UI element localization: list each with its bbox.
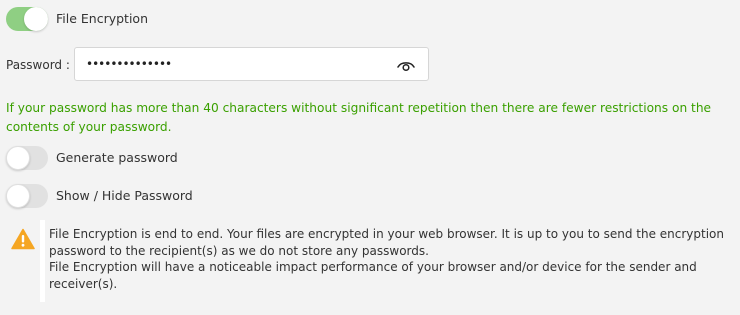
notice-line-1: File Encryption is end to end. Your file… [49,227,725,258]
encryption-notice: File Encryption is end to end. Your file… [0,220,740,302]
file-encryption-label: File Encryption [56,11,148,26]
password-input[interactable] [84,56,378,72]
warning-icon [11,228,35,250]
generate-password-label: Generate password [56,150,178,165]
generate-password-toggle[interactable] [6,146,48,170]
notice-text: File Encryption is end to end. Your file… [49,226,731,292]
toggle-knob [24,7,48,31]
toggle-knob [6,146,30,170]
password-field[interactable] [74,47,429,81]
show-hide-password-label: Show / Hide Password [56,188,193,203]
password-hint: If your password has more than 40 charac… [6,101,712,134]
password-label: Password : [6,58,70,72]
show-hide-password-toggle[interactable] [6,184,48,208]
notice-divider [40,220,45,302]
toggle-knob [6,184,30,208]
eye-icon[interactable] [397,58,415,72]
file-encryption-toggle[interactable] [6,7,48,31]
notice-line-2: File Encryption will have a noticeable i… [49,260,697,291]
